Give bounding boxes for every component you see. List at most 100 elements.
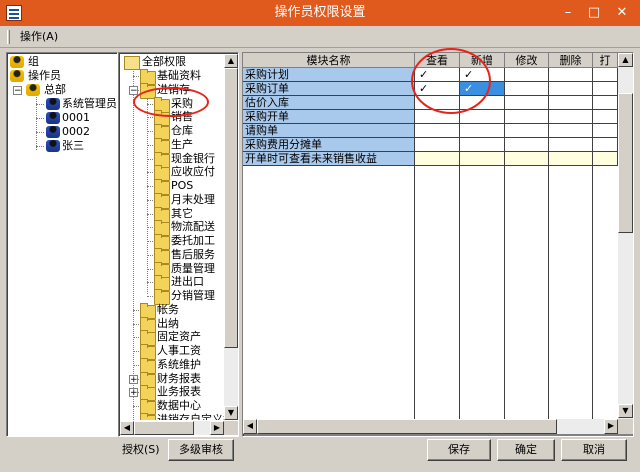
permission-cell[interactable] bbox=[505, 138, 549, 152]
scroll-corner bbox=[618, 419, 633, 434]
permission-cell[interactable] bbox=[505, 68, 549, 82]
tree-item-label: 总部 bbox=[44, 83, 66, 96]
window-title: 操作员权限设置 bbox=[274, 5, 366, 20]
annotation-circle-checks bbox=[411, 48, 491, 114]
permission-cell[interactable] bbox=[593, 152, 618, 166]
tree-item-label: 现金银行 bbox=[171, 151, 215, 165]
user-group-icon bbox=[10, 56, 24, 68]
permission-cell[interactable] bbox=[505, 124, 549, 138]
permission-cell[interactable] bbox=[549, 96, 593, 110]
scroll-thumb[interactable] bbox=[618, 93, 633, 233]
toolbar-grip bbox=[7, 30, 10, 44]
tree-item-label: 委托加工 bbox=[171, 234, 215, 247]
close-button[interactable]: ✕ bbox=[612, 4, 632, 22]
permission-cell[interactable] bbox=[593, 110, 618, 124]
headquarters-icon bbox=[26, 84, 40, 96]
scroll-right-icon[interactable]: ▶ bbox=[210, 421, 224, 435]
permission-cell[interactable] bbox=[593, 68, 618, 82]
module-name-cell[interactable]: 采购开单 bbox=[243, 110, 415, 124]
module-name-cell[interactable]: 采购计划 bbox=[243, 68, 415, 82]
scroll-down-icon[interactable]: ▼ bbox=[618, 404, 633, 418]
tree-item-label: 张三 bbox=[62, 139, 84, 152]
permission-cell[interactable] bbox=[505, 152, 549, 166]
scroll-left-icon[interactable]: ◀ bbox=[243, 419, 257, 434]
permission-cell-add[interactable] bbox=[460, 124, 505, 138]
module-name-cell[interactable]: 采购费用分摊单 bbox=[243, 138, 415, 152]
scroll-corner bbox=[224, 421, 238, 435]
maximize-button[interactable]: □ bbox=[584, 4, 604, 22]
permission-cell[interactable] bbox=[549, 68, 593, 82]
tree-item-label: 分销管理 bbox=[171, 289, 215, 302]
scroll-thumb[interactable] bbox=[134, 421, 194, 435]
scroll-left-icon[interactable]: ◀ bbox=[120, 421, 134, 435]
tree-item-label: 生产 bbox=[171, 137, 193, 151]
minimize-button[interactable]: – bbox=[558, 4, 578, 22]
cancel-button[interactable]: 取消 bbox=[561, 439, 627, 461]
permission-cell[interactable] bbox=[549, 82, 593, 96]
tree-item-label: 帐务 bbox=[157, 302, 179, 316]
collapse-icon[interactable]: − bbox=[129, 85, 138, 95]
expand-icon[interactable]: + bbox=[129, 374, 138, 384]
multi-level-review-button[interactable]: 多级审核 bbox=[168, 439, 234, 461]
scroll-thumb[interactable] bbox=[224, 68, 238, 348]
tree-item-label: 数据中心 bbox=[157, 399, 201, 412]
collapse-icon[interactable]: − bbox=[13, 86, 22, 96]
tree-item-label: 物流配送 bbox=[171, 220, 215, 234]
scroll-thumb[interactable] bbox=[257, 419, 557, 434]
module-name-cell[interactable]: 开单时可查看未来销售收益 bbox=[243, 152, 415, 166]
scroll-right-icon[interactable]: ▶ bbox=[604, 419, 618, 434]
permission-tree-vscroll[interactable]: ▲ ▼ bbox=[224, 54, 238, 420]
save-button[interactable]: 保存 bbox=[427, 439, 491, 461]
grid-vscroll[interactable]: ▲ ▼ bbox=[618, 53, 633, 419]
module-name-cell[interactable]: 请购单 bbox=[243, 124, 415, 138]
permission-cell-add[interactable] bbox=[460, 152, 505, 166]
tree-item-label: 进销存自定义报 bbox=[157, 412, 224, 420]
permission-cell-add[interactable] bbox=[460, 138, 505, 152]
scroll-up-icon[interactable]: ▲ bbox=[618, 53, 633, 67]
folder-open-icon bbox=[124, 56, 140, 70]
permission-cell[interactable] bbox=[505, 96, 549, 110]
permission-cell[interactable] bbox=[593, 124, 618, 138]
permission-cell[interactable] bbox=[549, 138, 593, 152]
permission-cell[interactable] bbox=[549, 124, 593, 138]
scroll-up-icon[interactable]: ▲ bbox=[224, 54, 238, 68]
permission-cell-view[interactable] bbox=[415, 138, 460, 152]
operator-icon bbox=[10, 70, 24, 82]
permission-cell[interactable] bbox=[505, 82, 549, 96]
col-header-edit[interactable]: 修改 bbox=[505, 53, 549, 68]
user-icon bbox=[46, 126, 60, 138]
col-header-delete[interactable]: 删除 bbox=[549, 53, 593, 68]
grid-hscroll[interactable]: ◀ ▶ bbox=[243, 419, 618, 434]
permission-tree-hscroll[interactable]: ◀ ▶ bbox=[120, 421, 224, 435]
tree-item-label: 售后服务 bbox=[171, 247, 215, 261]
tree-item-label: POS bbox=[171, 179, 194, 192]
scroll-down-icon[interactable]: ▼ bbox=[224, 406, 238, 420]
admin-user-icon bbox=[46, 98, 60, 110]
permission-cell[interactable] bbox=[549, 152, 593, 166]
tree-item-label: 质量管理 bbox=[171, 261, 215, 275]
permission-cell-view[interactable] bbox=[415, 124, 460, 138]
menu-operations[interactable]: 操作(A) bbox=[20, 29, 58, 45]
module-name-cell[interactable]: 估价入库 bbox=[243, 96, 415, 110]
expand-icon[interactable]: + bbox=[129, 388, 138, 398]
permission-cell[interactable] bbox=[593, 96, 618, 110]
confirm-button[interactable]: 确定 bbox=[497, 439, 555, 461]
permission-cell[interactable] bbox=[549, 110, 593, 124]
annotation-circle-purchase bbox=[133, 87, 209, 117]
tree-item-label: 应收应付 bbox=[171, 165, 215, 179]
tree-item-label: 系统管理员 bbox=[62, 97, 117, 110]
grant-label: 授权(S) bbox=[122, 443, 160, 456]
user-icon bbox=[46, 140, 60, 152]
folder-icon bbox=[140, 412, 156, 420]
permission-cell[interactable] bbox=[593, 138, 618, 152]
permission-cell[interactable] bbox=[505, 110, 549, 124]
permission-cell[interactable] bbox=[593, 82, 618, 96]
col-header-print[interactable]: 打 bbox=[593, 53, 618, 68]
tree-item-label: 月末处理 bbox=[171, 192, 215, 206]
permission-cell-add[interactable] bbox=[460, 110, 505, 124]
module-name-cell[interactable]: 采购订单 bbox=[243, 82, 415, 96]
col-header-module[interactable]: 模块名称 bbox=[243, 53, 415, 68]
tree-item-label: 出纳 bbox=[157, 316, 179, 330]
permission-cell-view[interactable] bbox=[415, 152, 460, 166]
tree-item-label: 0002 bbox=[62, 125, 90, 138]
